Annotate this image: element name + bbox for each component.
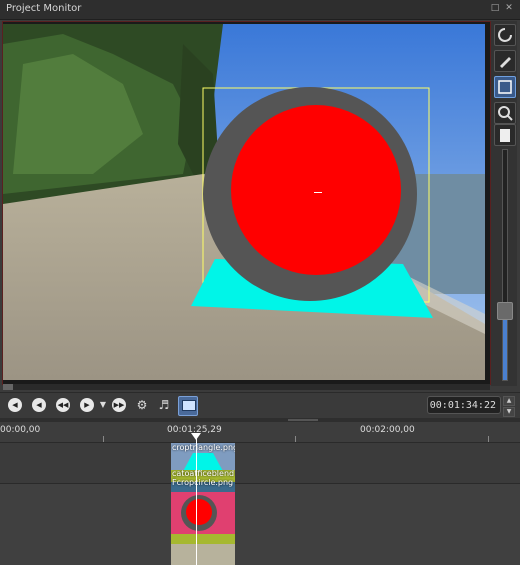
ruler-label: 00:00,00 [0,425,41,435]
gear-icon[interactable]: ⚙ [134,397,150,413]
ruler-tick [488,436,489,442]
rewind-start-icon[interactable]: ◀ [8,398,22,412]
fast-forward-icon[interactable]: ▶▶ [112,398,126,412]
clip-label: Fcropcircle.png [172,478,234,487]
monitor-icon [182,400,196,411]
rewind-icon[interactable]: ◀ [32,398,46,412]
timecode-stepper[interactable]: ▲ ▼ [503,396,515,417]
pen-tool-icon[interactable] [494,50,516,72]
zoom-slider-handle[interactable] [497,302,513,320]
play-icon[interactable]: ▶ [80,398,94,412]
timecode-field[interactable]: 00:01:34:22 [427,396,501,414]
video-preview[interactable] [3,24,485,380]
play-options-chevron-down-icon[interactable]: ▼ [95,397,111,413]
clip-label: catoatficeblend [172,470,235,478]
timeline-track-1[interactable]: croptriangle.png [0,443,520,484]
zoom-slider[interactable] [502,149,508,381]
scrollbar-thumb[interactable] [3,384,13,390]
monitor-horizontal-scrollbar[interactable] [3,384,490,390]
page-icon[interactable] [494,124,516,146]
transport-bar: ◀ ◀ ◀◀ ▶ ▼ ▶▶ ⚙ ♬ 00:01:34:22 ▲ ▼ [0,392,520,419]
splitter-grip[interactable] [288,419,318,421]
video-frame [3,24,485,380]
zoom-icon[interactable] [494,102,516,124]
window-title: Project Monitor [6,3,82,14]
window-titlebar: Project Monitor □ ✕ [0,0,520,20]
monitor-toolbar [491,21,517,386]
ruler-tick [295,436,296,442]
ruler-tick [103,436,104,442]
float-icon[interactable]: □ [490,3,500,13]
timeline-track-2[interactable]: catoatficeblend Fcropcircle.png [0,470,520,565]
zoom-level-fill [503,311,507,380]
ruler-label: 00:02:00,00 [360,425,415,435]
clip-label: croptriangle.png [172,443,235,452]
clip-cropcircle[interactable]: catoatficeblend Fcropcircle.png [171,470,235,565]
step-back-icon[interactable]: ◀◀ [56,398,70,412]
volume-icon[interactable]: ♬ [156,397,172,413]
playhead[interactable] [196,433,197,565]
close-icon[interactable]: ✕ [504,3,514,13]
timeline-ruler[interactable]: 00:00,00 00:01:25,29 00:02:00,00 [0,422,520,443]
monitor-display-button[interactable] [178,396,198,416]
chevron-up-icon[interactable]: ▲ [503,396,515,406]
fit-frame-tool-icon[interactable] [494,76,516,98]
rotate-tool-icon[interactable] [494,24,516,46]
chevron-down-icon[interactable]: ▼ [503,407,515,417]
